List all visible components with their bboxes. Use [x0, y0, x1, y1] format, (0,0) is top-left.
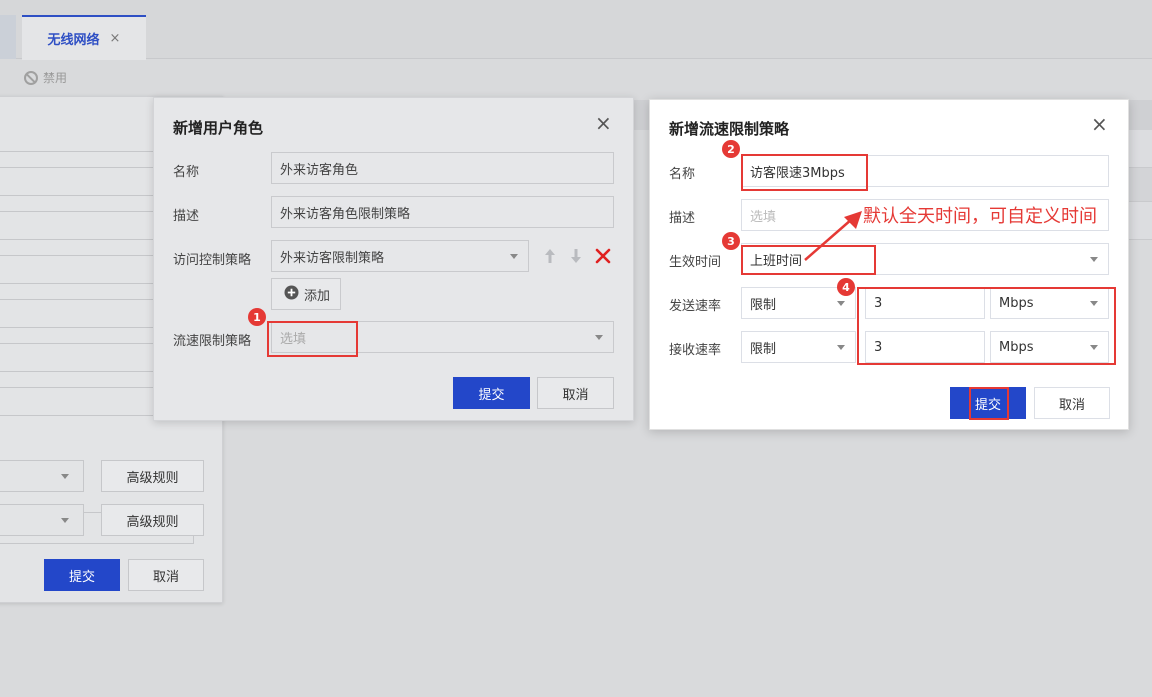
advanced-rule-button[interactable]: 高级规则	[101, 504, 204, 536]
send-mode: 限制	[750, 297, 777, 313]
name-label: 名称	[669, 167, 696, 182]
tab-label: 无线网络	[47, 33, 100, 48]
cancel-button[interactable]: 取消	[128, 559, 204, 591]
arrow-down-icon[interactable]	[570, 248, 582, 268]
acl-label: 访问控制策略	[173, 253, 252, 268]
tab-close-icon[interactable]: ×	[110, 31, 121, 46]
chevron-down-icon	[837, 345, 845, 350]
rate-limit-dialog: 新增流速限制策略 × 名称 访客限速3Mbps 描述 选填 生效时间 上班时间 …	[649, 99, 1129, 430]
chevron-down-icon	[61, 474, 69, 479]
annotation-note: 默认全天时间，可自定义时间	[863, 206, 1097, 227]
select-field[interactable]	[0, 460, 84, 492]
time-label: 生效时间	[669, 255, 722, 270]
delete-icon[interactable]	[595, 248, 611, 268]
table-header	[1129, 100, 1152, 130]
rate-label: 流速限制策略	[173, 334, 252, 349]
step-badge: 3	[722, 232, 740, 250]
name-input[interactable]: 外来访客角色	[271, 152, 614, 184]
submit-button[interactable]: 提交	[453, 377, 530, 409]
chevron-down-icon	[510, 254, 518, 259]
close-icon[interactable]: ×	[595, 113, 612, 133]
select-field[interactable]	[0, 504, 84, 536]
cancel-button[interactable]: 取消	[1034, 387, 1110, 419]
recv-label: 接收速率	[669, 343, 722, 358]
highlight-box	[267, 321, 358, 357]
table-header	[634, 100, 650, 130]
send-label: 发送速率	[669, 299, 722, 314]
advanced-rule-button[interactable]: 高级规则	[101, 460, 204, 492]
tab-bar	[0, 0, 1152, 59]
disable-label: 禁用	[43, 71, 68, 85]
desc-input[interactable]: 外来访客角色限制策略	[271, 196, 614, 228]
recv-mode-select[interactable]: 限制	[741, 331, 856, 363]
step-badge: 2	[722, 140, 740, 158]
recv-mode: 限制	[750, 341, 777, 357]
tab-stub[interactable]	[0, 15, 16, 59]
submit-button[interactable]: 提交	[44, 559, 120, 591]
annotation-arrow	[804, 211, 862, 261]
ban-icon	[24, 70, 38, 85]
dialog-title: 新增用户角色	[173, 119, 264, 137]
dialog-title: 新增流速限制策略	[669, 120, 790, 138]
desc-label: 描述	[669, 211, 696, 226]
chevron-down-icon	[595, 335, 603, 340]
arrow-up-icon[interactable]	[544, 248, 556, 268]
plus-circle-icon	[284, 285, 299, 304]
step-badge: 4	[837, 278, 855, 296]
highlight-box	[857, 287, 1116, 365]
acl-select[interactable]: 外来访客限制策略	[271, 240, 529, 272]
chevron-down-icon	[1090, 257, 1098, 262]
cancel-button[interactable]: 取消	[537, 377, 614, 409]
role-dialog: 新增用户角色 × 名称 外来访客角色 描述 外来访客角色限制策略 访问控制策略 …	[153, 97, 634, 421]
highlight-box	[741, 154, 868, 191]
add-button[interactable]: 添加	[271, 278, 341, 310]
tab-wireless-network[interactable]: 无线网络 ×	[22, 15, 146, 60]
table-row[interactable]	[1129, 168, 1152, 202]
table-row[interactable]	[1129, 130, 1152, 168]
step-badge: 1	[248, 308, 266, 326]
add-label: 添加	[304, 288, 331, 304]
highlight-box	[969, 387, 1009, 420]
name-label: 名称	[173, 165, 200, 180]
desc-label: 描述	[173, 209, 200, 224]
chevron-down-icon	[61, 518, 69, 523]
close-icon[interactable]: ×	[1091, 114, 1108, 134]
acl-value: 外来访客限制策略	[280, 250, 385, 266]
disable-button[interactable]: 禁用	[24, 69, 67, 86]
table-row[interactable]	[1129, 202, 1152, 240]
chevron-down-icon	[837, 301, 845, 306]
